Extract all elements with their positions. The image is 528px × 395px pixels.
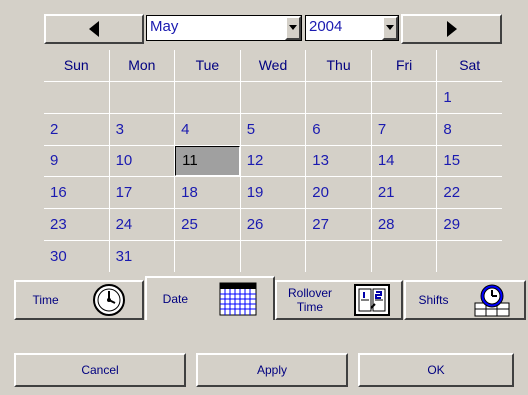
empty-day-cell: [371, 241, 437, 272]
day-cell[interactable]: 29: [437, 209, 502, 241]
day-cell[interactable]: 26: [240, 209, 306, 241]
right-arrow-icon: [446, 21, 457, 37]
chevron-down-icon[interactable]: [382, 16, 398, 40]
apply-button[interactable]: Apply: [196, 353, 348, 387]
empty-day-cell: [109, 81, 175, 113]
day-cell[interactable]: 16: [44, 177, 109, 209]
day-cell[interactable]: 13: [306, 145, 371, 177]
empty-day-cell: [44, 81, 109, 113]
chevron-down-icon[interactable]: [285, 16, 301, 40]
day-cell[interactable]: 12: [240, 145, 306, 177]
prev-month-button[interactable]: [44, 14, 144, 44]
tab-rollover-time[interactable]: Rollover Time: [275, 280, 403, 320]
day-cell[interactable]: 20: [306, 177, 371, 209]
empty-day-cell: [306, 241, 371, 272]
ok-button[interactable]: OK: [358, 353, 514, 387]
weekday-header: Sat: [437, 50, 502, 81]
day-cell[interactable]: 28: [371, 209, 437, 241]
month-select[interactable]: May: [146, 15, 302, 41]
tab-rollover-label-line2: Time: [296, 300, 324, 314]
day-cell[interactable]: 22: [437, 177, 502, 209]
day-cell[interactable]: 27: [306, 209, 371, 241]
day-cell[interactable]: 15: [437, 145, 502, 177]
day-cell[interactable]: 4: [175, 113, 240, 145]
left-arrow-icon: [89, 21, 99, 37]
day-cell[interactable]: 9: [44, 145, 109, 177]
day-cell[interactable]: 19: [240, 177, 306, 209]
next-month-button[interactable]: [401, 14, 502, 44]
day-cell[interactable]: 24: [109, 209, 175, 241]
day-cell[interactable]: 6: [306, 113, 371, 145]
calendar-grid: Sun Mon Tue Wed Thu Fri Sat 1 2 3 4 5 6 7 8 9 10 1…: [44, 50, 502, 272]
day-cell[interactable]: 11: [175, 145, 240, 177]
day-cell[interactable]: 8: [437, 113, 502, 145]
day-cell[interactable]: 18: [175, 177, 240, 209]
rollover-icon: [353, 284, 390, 316]
day-cell[interactable]: 30: [44, 241, 109, 272]
shifts-icon: [474, 284, 510, 317]
day-cell[interactable]: 1: [437, 81, 502, 113]
tab-shifts-label: Shifts: [418, 293, 449, 307]
clock-icon: [92, 284, 125, 316]
day-cell[interactable]: 10: [109, 145, 175, 177]
empty-day-cell: [240, 241, 306, 272]
tab-rollover-label-line1: Rollover: [287, 286, 332, 300]
empty-day-cell: [371, 81, 437, 113]
empty-day-cell: [437, 241, 502, 272]
day-cell[interactable]: 23: [44, 209, 109, 241]
tab-time[interactable]: Time: [14, 280, 144, 320]
tab-time-label: Time: [32, 293, 59, 307]
tab-rollover-label: Rollover Time: [288, 286, 332, 314]
weekday-header: Mon: [109, 50, 175, 81]
day-cell[interactable]: 31: [109, 241, 175, 272]
calendar-icon: [219, 282, 257, 316]
empty-day-cell: [175, 241, 240, 272]
day-cell[interactable]: 17: [109, 177, 175, 209]
weekday-header: Thu: [306, 50, 371, 81]
tab-date-label: Date: [162, 292, 189, 306]
day-cell[interactable]: 25: [175, 209, 240, 241]
weekday-header: Wed: [240, 50, 306, 81]
empty-day-cell: [175, 81, 240, 113]
day-cell[interactable]: 3: [109, 113, 175, 145]
weekday-header: Sun: [44, 50, 109, 81]
year-select-value: 2004: [309, 18, 343, 35]
empty-day-cell: [240, 81, 306, 113]
year-select[interactable]: 2004: [305, 15, 399, 41]
cancel-button[interactable]: Cancel: [14, 353, 186, 387]
day-cell[interactable]: 5: [240, 113, 306, 145]
tab-date[interactable]: Date: [145, 276, 275, 320]
weekday-header: Tue: [175, 50, 240, 81]
day-cell[interactable]: 7: [371, 113, 437, 145]
day-cell[interactable]: 14: [371, 145, 437, 177]
day-cell[interactable]: 21: [371, 177, 437, 209]
weekday-header: Fri: [371, 50, 437, 81]
month-select-value: May: [150, 18, 179, 35]
tab-shifts[interactable]: Shifts: [404, 280, 526, 320]
empty-day-cell: [306, 81, 371, 113]
day-cell[interactable]: 2: [44, 113, 109, 145]
